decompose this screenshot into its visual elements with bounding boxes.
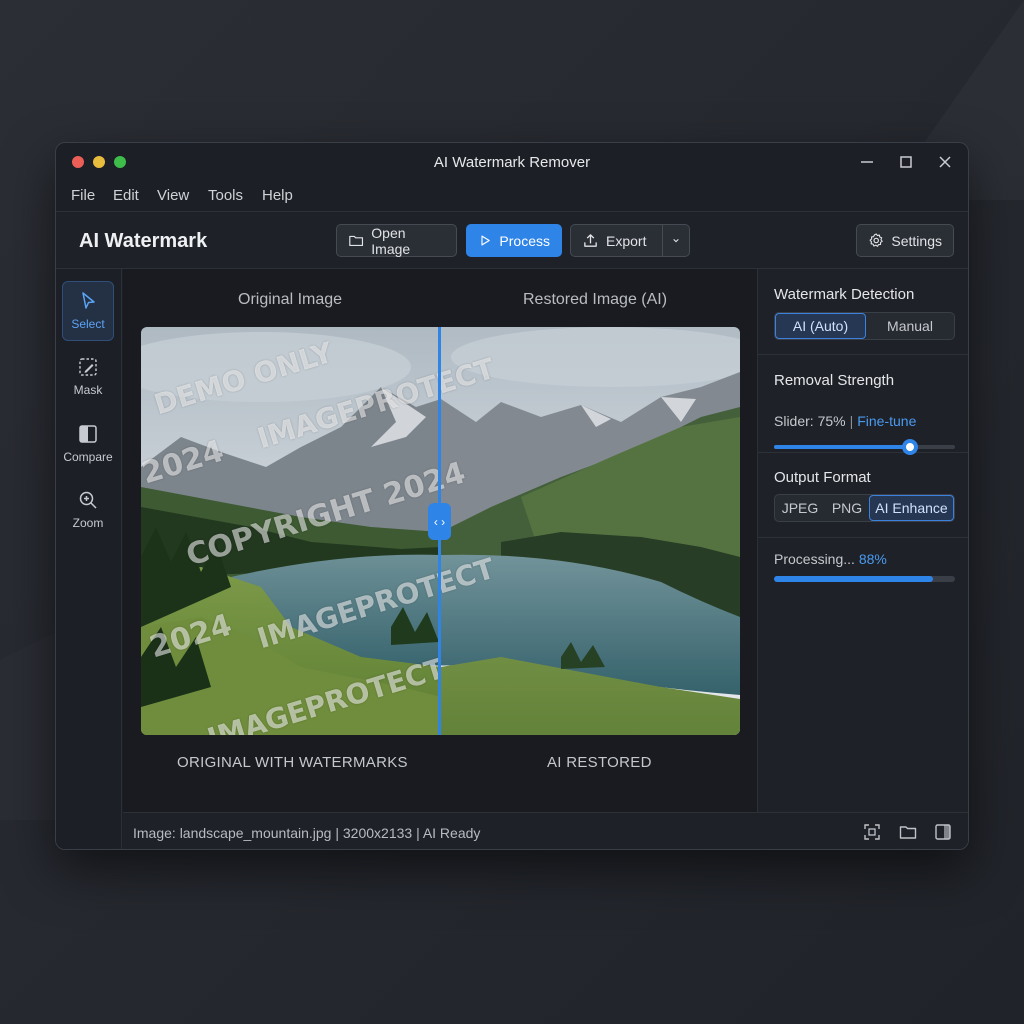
format-title: Output Format [774, 469, 871, 486]
menu-edit[interactable]: Edit [113, 187, 139, 204]
detection-ai-auto[interactable]: AI (Auto) [775, 313, 866, 339]
detection-toggle: AI (Auto) Manual [774, 312, 955, 340]
tool-select[interactable]: Select [62, 281, 114, 341]
export-button[interactable]: Export [570, 224, 663, 257]
folder-icon[interactable] [898, 822, 918, 842]
format-ai-enhance[interactable]: AI Enhance [869, 495, 954, 521]
original-caption: ORIGINAL WITH WATERMARKS [177, 754, 408, 771]
menu-file[interactable]: File [71, 187, 95, 204]
maximize-icon[interactable] [895, 151, 917, 173]
format-jpeg[interactable]: JPEG [775, 495, 825, 521]
detection-title: Watermark Detection [774, 286, 915, 303]
zoom-icon [79, 491, 97, 509]
divider-handle[interactable]: ‹ › [428, 503, 451, 540]
app-window: AI Watermark Remover File Edit View Tool… [55, 142, 969, 850]
process-label: Process [499, 232, 550, 249]
format-section: Output Format JPEG PNG AI Enhance [758, 453, 968, 538]
tool-compare[interactable]: Compare [62, 415, 114, 475]
open-image-label: Open Image [371, 224, 411, 257]
strength-value: Slider: 75% [774, 413, 846, 429]
mask-brush-icon [79, 358, 97, 376]
play-icon [481, 235, 490, 246]
processing-percent: 88% [858, 551, 887, 567]
processing-label: Processing... [774, 551, 855, 567]
processing-progress-bar [774, 576, 955, 582]
menu-bar: File Edit View Tools Help [56, 181, 968, 211]
tool-compare-label: Compare [63, 450, 113, 464]
export-dropdown-button[interactable] [662, 224, 690, 257]
format-toggle: JPEG PNG AI Enhance [774, 494, 955, 522]
process-button[interactable]: Process [466, 224, 562, 257]
finetune-link[interactable]: Fine-tune [857, 413, 916, 429]
export-label: Export [606, 232, 647, 249]
toolbar: AI Watermark Open Image Process Export S… [56, 211, 968, 269]
strength-separator: | [849, 413, 854, 429]
open-image-button[interactable]: Open Image [336, 224, 457, 257]
upload-icon [584, 234, 597, 247]
strength-slider-fill [774, 445, 910, 449]
gear-icon [869, 233, 883, 247]
settings-label: Settings [891, 232, 942, 249]
menu-tools[interactable]: Tools [208, 187, 243, 204]
format-png[interactable]: PNG [825, 495, 869, 521]
restored-pane-title: Restored Image (AI) [523, 291, 668, 308]
cursor-icon [82, 292, 95, 309]
panel-toggle-icon[interactable] [933, 822, 953, 842]
status-bar: Image: landscape_mountain.jpg | 3200x213… [123, 812, 968, 849]
menu-view[interactable]: View [157, 187, 189, 204]
processing-progress-fill [774, 576, 934, 582]
strength-title: Removal Strength [774, 372, 895, 389]
app-name: AI Watermark [79, 230, 208, 252]
strength-readout: Slider: 75% | Fine-tune [774, 413, 916, 429]
tool-zoom[interactable]: Zoom [62, 481, 114, 541]
title-bar: AI Watermark Remover [56, 143, 968, 181]
comparison-canvas: Original Image Restored Image (AI) DEMO … [123, 269, 757, 812]
chevron-down-icon [673, 238, 679, 243]
detection-manual[interactable]: Manual [866, 313, 954, 339]
compare-icon [79, 425, 97, 443]
strength-slider[interactable] [774, 439, 955, 455]
minimize-icon[interactable] [856, 151, 878, 173]
tool-zoom-label: Zoom [72, 516, 104, 530]
fit-screen-icon[interactable] [862, 822, 882, 842]
strength-section: Removal Strength [758, 355, 968, 453]
status-text: Image: landscape_mountain.jpg | 3200x213… [133, 825, 481, 841]
tool-sidebar: Select Mask Compare Zoom [56, 269, 122, 849]
tool-mask[interactable]: Mask [62, 348, 114, 408]
tool-mask-label: Mask [73, 383, 103, 397]
detection-section: Watermark Detection AI (Auto) Manual [758, 269, 968, 355]
folder-icon [349, 235, 364, 247]
close-icon[interactable] [934, 151, 956, 173]
menu-help[interactable]: Help [262, 187, 293, 204]
settings-button[interactable]: Settings [856, 224, 954, 257]
restored-caption: AI RESTORED [547, 754, 652, 771]
original-pane-title: Original Image [238, 291, 343, 308]
window-title: AI Watermark Remover [433, 154, 591, 171]
settings-panel: Watermark Detection AI (Auto) Manual Rem… [757, 269, 968, 812]
tool-select-label: Select [71, 317, 105, 331]
processing-readout: Processing... 88% [774, 551, 887, 567]
comparison-image[interactable]: DEMO ONLY IMAGEPROTECT 2024 COPYRIGHT 20… [141, 327, 740, 735]
